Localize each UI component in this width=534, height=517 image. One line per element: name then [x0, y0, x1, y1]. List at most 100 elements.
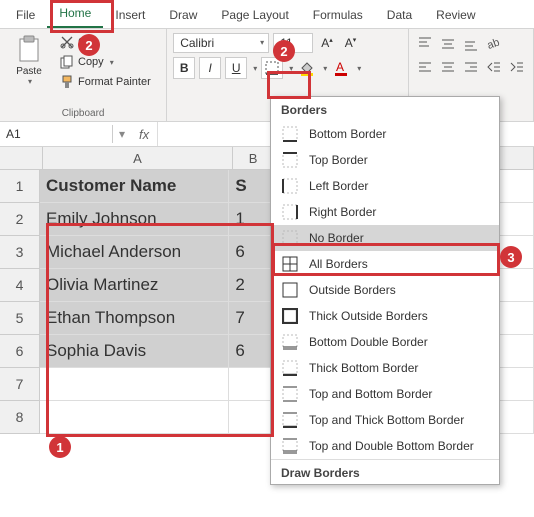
chevron-down-icon: ▾ — [323, 64, 327, 73]
paste-icon — [16, 35, 42, 65]
border-option-icon — [281, 282, 299, 298]
menu-item-label: All Borders — [309, 257, 368, 271]
chevron-down-icon: ▾ — [110, 58, 114, 67]
col-header-a[interactable]: A — [43, 147, 233, 170]
fx-label[interactable]: fx — [131, 127, 157, 142]
borders-menu-item[interactable]: All Borders — [271, 251, 499, 277]
italic-button[interactable]: I — [199, 57, 221, 79]
row-header[interactable]: 6 — [0, 335, 40, 368]
copy-label: Copy — [78, 56, 104, 68]
align-left-button[interactable] — [415, 57, 435, 77]
row-header[interactable]: 5 — [0, 302, 40, 335]
border-option-icon — [281, 178, 299, 194]
font-name-select[interactable]: Calibri▾ — [173, 33, 269, 53]
borders-menu-item[interactable]: Bottom Double Border — [271, 329, 499, 355]
row-header[interactable]: 7 — [0, 368, 40, 401]
align-top-button[interactable] — [415, 33, 435, 53]
draw-borders-title: Draw Borders — [271, 459, 499, 484]
menu-item-label: Right Border — [309, 205, 376, 219]
borders-menu-item[interactable]: Thick Outside Borders — [271, 303, 499, 329]
border-option-icon — [281, 152, 299, 168]
menu-item-label: Outside Borders — [309, 283, 396, 297]
borders-menu-item[interactable]: Right Border — [271, 199, 499, 225]
border-option-icon — [281, 412, 299, 428]
cell[interactable]: Ethan Thompson — [40, 302, 229, 335]
borders-menu-item[interactable]: Top and Thick Bottom Border — [271, 407, 499, 433]
borders-menu-item[interactable]: Outside Borders — [271, 277, 499, 303]
cell[interactable]: Customer Name — [40, 170, 229, 203]
tab-insert[interactable]: Insert — [103, 2, 157, 28]
tab-formulas[interactable]: Formulas — [301, 2, 375, 28]
align-right-button[interactable] — [461, 57, 481, 77]
bucket-icon — [299, 60, 315, 76]
tab-page-layout[interactable]: Page Layout — [209, 2, 300, 28]
align-middle-button[interactable] — [438, 33, 458, 53]
borders-menu-item[interactable]: Top Border — [271, 147, 499, 173]
menu-item-label: Top Border — [309, 153, 368, 167]
font-color-icon: A — [333, 60, 349, 76]
menu-item-label: Top and Thick Bottom Border — [309, 413, 464, 427]
tab-file[interactable]: File — [4, 2, 47, 28]
ribbon-tabs: File Home Insert Draw Page Layout Formul… — [0, 0, 534, 29]
tab-draw[interactable]: Draw — [157, 2, 209, 28]
align-bottom-button[interactable] — [461, 33, 481, 53]
annotation-marker-2a: 2 — [78, 34, 100, 56]
paste-button[interactable]: Paste ▾ — [6, 33, 52, 91]
paste-label: Paste — [16, 66, 42, 77]
font-name-value: Calibri — [180, 36, 214, 50]
cell[interactable] — [40, 368, 229, 401]
row-header[interactable]: 3 — [0, 236, 40, 269]
menu-item-label: Thick Bottom Border — [309, 361, 418, 375]
cell[interactable] — [40, 401, 229, 434]
row-header[interactable]: 1 — [0, 170, 40, 203]
row-header[interactable]: 8 — [0, 401, 40, 434]
name-box-dropdown[interactable]: ▾ — [113, 127, 131, 141]
borders-menu-item[interactable]: Left Border — [271, 173, 499, 199]
borders-menu-item[interactable]: Bottom Border — [271, 121, 499, 147]
cell[interactable]: Michael Anderson — [40, 236, 229, 269]
border-option-icon — [281, 438, 299, 454]
copy-button[interactable]: Copy ▾ — [56, 53, 155, 71]
border-option-icon — [281, 334, 299, 350]
fill-color-button[interactable] — [297, 58, 317, 78]
borders-menu-item[interactable]: Top and Double Bottom Border — [271, 433, 499, 459]
tab-data[interactable]: Data — [375, 2, 424, 28]
row-header[interactable]: 2 — [0, 203, 40, 236]
decrease-font-button[interactable]: A▾ — [341, 33, 361, 53]
border-option-icon — [281, 386, 299, 402]
borders-menu-item[interactable]: Thick Bottom Border — [271, 355, 499, 381]
clipboard-group-label: Clipboard — [6, 105, 160, 119]
border-icon — [265, 61, 279, 75]
chevron-down-icon: ▾ — [289, 64, 293, 73]
svg-text:ab: ab — [486, 37, 501, 51]
format-painter-label: Format Painter — [78, 76, 151, 88]
borders-menu-item[interactable]: No Border — [271, 225, 499, 251]
chevron-down-icon: ▾ — [253, 64, 257, 73]
orientation-button[interactable]: ab — [484, 33, 504, 53]
decrease-indent-button[interactable] — [484, 57, 504, 77]
chevron-down-icon: ▾ — [357, 64, 361, 73]
menu-item-label: Bottom Double Border — [309, 335, 428, 349]
tab-home[interactable]: Home — [47, 0, 103, 28]
increase-font-button[interactable]: A▴ — [317, 33, 337, 53]
border-option-icon — [281, 308, 299, 324]
cell[interactable]: Olivia Martinez — [40, 269, 229, 302]
borders-dropdown-menu: Borders Bottom BorderTop BorderLeft Bord… — [270, 96, 500, 485]
cell[interactable]: Sophia Davis — [40, 335, 229, 368]
row-header[interactable]: 4 — [0, 269, 40, 302]
align-center-button[interactable] — [438, 57, 458, 77]
format-painter-button[interactable]: Format Painter — [56, 73, 155, 91]
font-color-button[interactable]: A — [331, 58, 351, 78]
col-header-b[interactable]: B — [233, 147, 274, 170]
name-box[interactable]: A1 — [0, 125, 113, 143]
tab-review[interactable]: Review — [424, 2, 487, 28]
annotation-marker-3: 3 — [500, 246, 522, 268]
borders-menu-item[interactable]: Top and Bottom Border — [271, 381, 499, 407]
increase-indent-button[interactable] — [507, 57, 527, 77]
cell[interactable]: Emily Johnson — [40, 203, 229, 236]
underline-button[interactable]: U — [225, 57, 247, 79]
cut-button[interactable]: Cut — [56, 33, 155, 51]
bold-button[interactable]: B — [173, 57, 195, 79]
border-option-icon — [281, 256, 299, 272]
select-all-corner[interactable] — [0, 147, 43, 170]
